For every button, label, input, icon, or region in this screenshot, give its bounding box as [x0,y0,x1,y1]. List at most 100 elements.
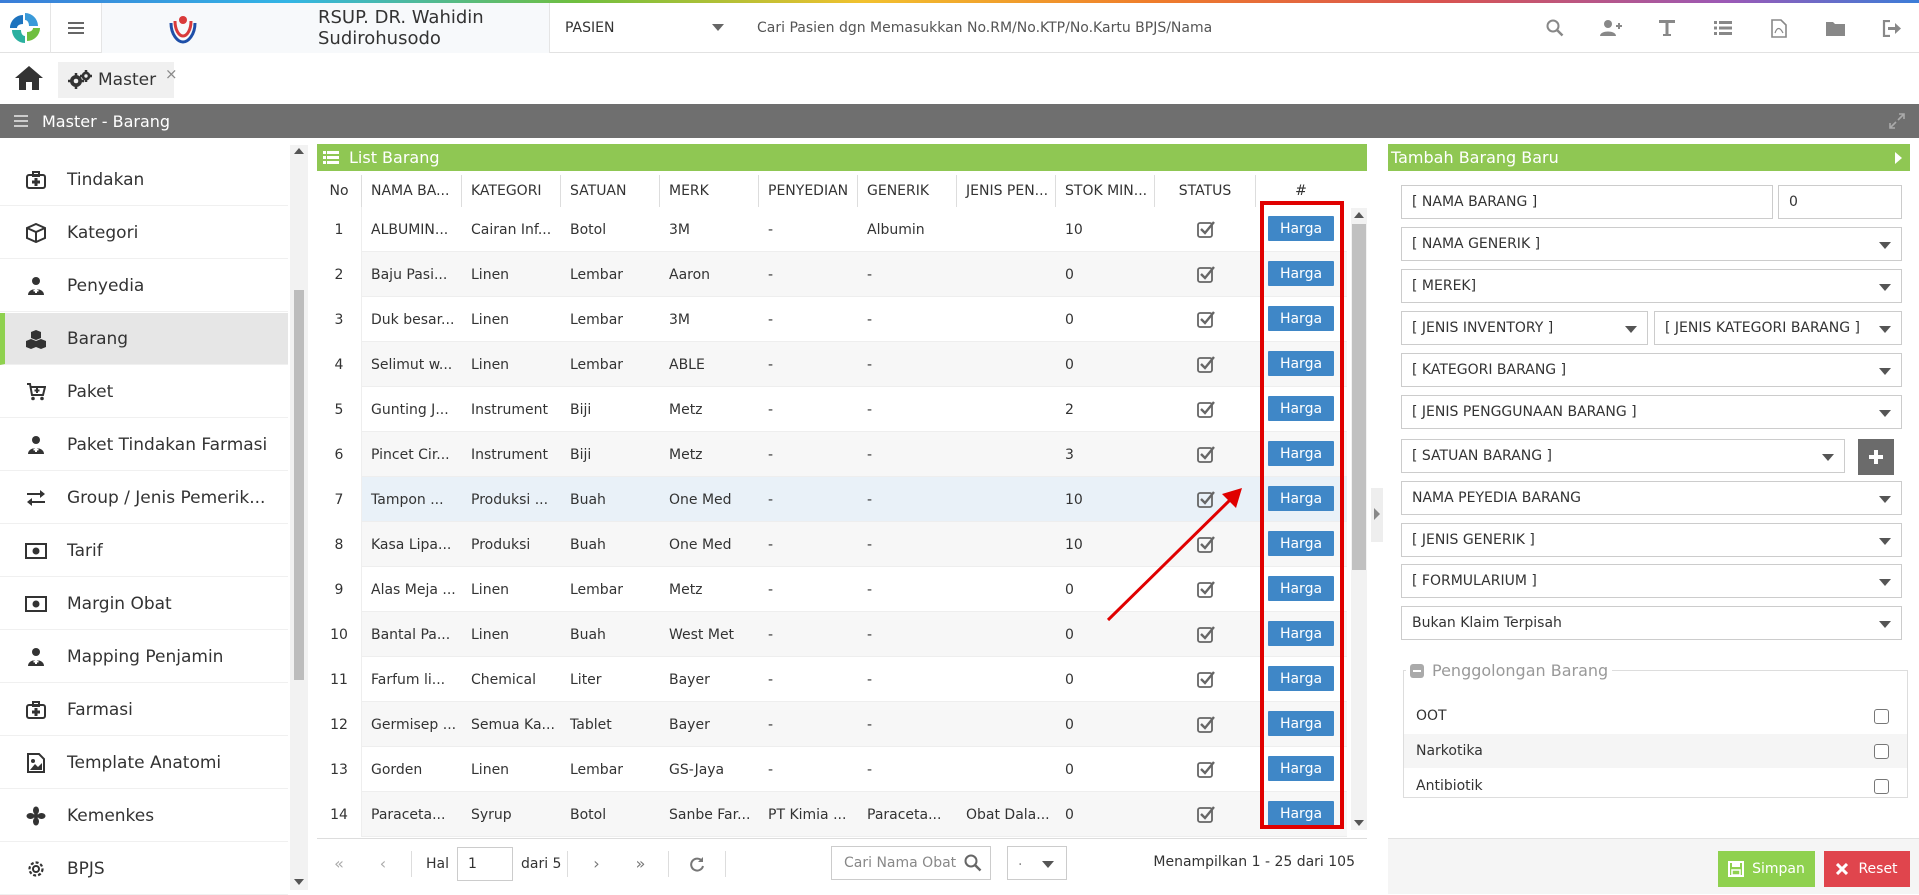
scroll-up-icon[interactable] [1354,212,1364,218]
panel-collapse-handle[interactable] [1371,488,1383,542]
scroll-down-icon[interactable] [1354,820,1364,826]
money-icon [25,593,47,615]
add-user-icon[interactable] [1583,3,1639,53]
page-number-input[interactable]: 1 [457,846,513,881]
jenis-inventory-select[interactable]: [ JENIS INVENTORY ] [1401,311,1648,345]
table-row[interactable]: 2 Baju Pasi... Linen Lembar Aaron - -0 Harga [317,252,1347,297]
cell-penyedian: - [768,536,774,553]
add-satuan-button[interactable] [1858,439,1894,475]
col-kategori[interactable]: KATEGORI [462,175,561,207]
col-stok[interactable]: STOK MIN... [1056,175,1155,207]
formularium-select[interactable]: [ FORMULARIUM ] [1401,564,1902,598]
col-no[interactable]: No [317,175,362,207]
last-page-icon[interactable]: » [618,844,662,884]
col-penyedian[interactable]: PENYEDIAN [759,175,858,207]
patient-search-input[interactable]: Cari Pasien dgn Memasukkan No.RM/No.KTP/… [757,3,1212,53]
app-logo[interactable] [0,3,50,53]
col-satuan[interactable]: SATUAN [561,175,660,207]
col-generik[interactable]: GENERIK [858,175,957,207]
table-row[interactable]: 5 Gunting J... Instrument Biji Metz - -2 Harga [317,387,1347,432]
table-row[interactable]: 14 Paraceta... Syrup Botol Sanbe Far... PT Ki… [317,792,1347,837]
penggolongan-antibiotik[interactable]: Antibiotik [1404,769,1907,803]
search-icon[interactable] [964,854,982,872]
nama-barang-number-field[interactable]: 0 [1778,185,1902,219]
search-icon[interactable] [1527,3,1583,53]
sidebar-item-label: Mapping Penjamin [67,646,224,667]
cell-generik: - [867,581,873,598]
jenis-penggunaan-select[interactable]: [ JENIS PENGGUNAAN BARANG ] [1401,395,1902,429]
jenis-generik-select[interactable]: [ JENIS GENERIK ] [1401,523,1902,557]
search-obat-input[interactable]: Cari Nama Obat [831,846,991,880]
reset-button[interactable]: Reset [1824,851,1910,887]
merek-select[interactable]: [ MEREK] [1401,269,1902,303]
cell-no: 12 [317,702,362,747]
penggolongan-narkotika[interactable]: Narkotika [1404,734,1907,768]
narkotika-checkbox[interactable] [1874,744,1889,759]
scroll-up-icon[interactable] [294,148,304,154]
menu-toggle-button[interactable] [50,3,102,53]
cell-nama: Tampon ... [371,491,444,508]
folder-icon[interactable] [1807,3,1863,53]
sidebar-item-paket-tindakan-farmasi[interactable]: Paket Tindakan Farmasi [0,419,288,471]
home-icon[interactable] [14,65,50,97]
first-page-icon[interactable]: « [317,844,361,884]
sidebar-item-template-anatomi[interactable]: Template Anatomi [0,737,288,789]
tab-master[interactable]: Master [58,62,175,98]
sidebar-item-tindakan[interactable]: Tindakan [0,154,288,206]
patient-type-select[interactable]: PASIEN [550,3,736,53]
expand-icon[interactable] [1889,113,1905,129]
pdf-icon[interactable] [1751,3,1807,53]
nama-generik-select[interactable]: [ NAMA GENERIK ] [1401,227,1902,261]
table-row[interactable]: 11 Farfum li... Chemical Liter Bayer - -0 Harga [317,657,1347,702]
col-merk[interactable]: MERK [660,175,759,207]
sidebar-item-farmasi[interactable]: Farmasi [0,684,288,736]
list-icon[interactable] [1695,3,1751,53]
refresh-icon[interactable] [675,844,719,884]
table-row[interactable]: 6 Pincet Cir... Instrument Biji Metz - -3 Harga [317,432,1347,477]
logout-icon[interactable] [1863,3,1919,53]
next-page-icon[interactable]: › [574,844,618,884]
col-nama[interactable]: NAMA BA... [362,175,462,207]
satuan-barang-select[interactable]: [ SATUAN BARANG ] [1401,439,1845,473]
sidebar-item-kemenkes[interactable]: Kemenkes [0,790,288,842]
sidebar-item-penyedia[interactable]: Penyedia [0,260,288,312]
tab-close-icon[interactable]: × [165,65,178,83]
chevron-right-icon[interactable] [1895,152,1902,164]
simpan-button[interactable]: Simpan [1718,851,1815,887]
sidebar-item-margin-obat[interactable]: Margin Obat [0,578,288,630]
cell-jenis [957,387,1056,432]
col-jenis[interactable]: JENIS PEN... [957,175,1056,207]
scroll-thumb[interactable] [1352,224,1366,570]
page-size-select[interactable]: . [1007,846,1067,880]
antibiotik-checkbox[interactable] [1874,779,1889,794]
oot-checkbox[interactable] [1874,709,1889,724]
prev-page-icon[interactable]: ‹ [361,844,405,884]
sidebar-item-kategori[interactable]: Kategori [0,207,288,259]
klaim-select[interactable]: Bukan Klaim Terpisah [1401,606,1902,640]
sidebar-item-barang[interactable]: Barang [0,313,288,365]
scroll-down-icon[interactable] [294,879,304,885]
penggolongan-legend[interactable]: Penggolongan Barang [1406,661,1613,680]
penggolongan-oot[interactable]: OOT [1404,699,1907,733]
text-icon[interactable] [1639,3,1695,53]
hamburger-icon[interactable] [14,115,28,127]
nama-penyedia-select[interactable]: NAMA PEYEDIA BARANG [1401,481,1902,515]
table-row[interactable]: 12 Germisep ... Semua Ka... Tablet Bayer - -0 H… [317,702,1347,747]
nama-barang-field[interactable]: [ NAMA BARANG ] [1401,185,1773,219]
sidebar-item-group-jenis[interactable]: Group / Jenis Pemerik... [0,472,288,524]
sidebar-item-bpjs[interactable]: BPJS [0,843,288,895]
jenis-kategori-select[interactable]: [ JENIS KATEGORI BARANG ] [1654,311,1902,345]
sidebar-scrollbar[interactable] [290,145,308,890]
sidebar-item-tarif[interactable]: Tarif [0,525,288,577]
table-row[interactable]: 3 Duk besar... Linen Lembar 3M - -0 Harga [317,297,1347,342]
table-row[interactable]: 13 Gorden Linen Lembar GS-Jaya - -0 Harga [317,747,1347,792]
scroll-thumb[interactable] [294,290,304,680]
table-row[interactable]: 1 ALBUMIN... Cairan Inf... Botol 3M - Albumin 1… [317,207,1347,252]
table-row[interactable]: 4 Selimut w... Linen Lembar ABLE - -0 Harga [317,342,1347,387]
table-scrollbar[interactable] [1351,208,1367,830]
kategori-barang-select[interactable]: [ KATEGORI BARANG ] [1401,353,1902,387]
gear-icon [25,858,47,880]
sidebar-item-paket[interactable]: Paket [0,366,288,418]
col-status[interactable]: STATUS [1155,175,1256,207]
sidebar-item-mapping-penjamin[interactable]: Mapping Penjamin [0,631,288,683]
